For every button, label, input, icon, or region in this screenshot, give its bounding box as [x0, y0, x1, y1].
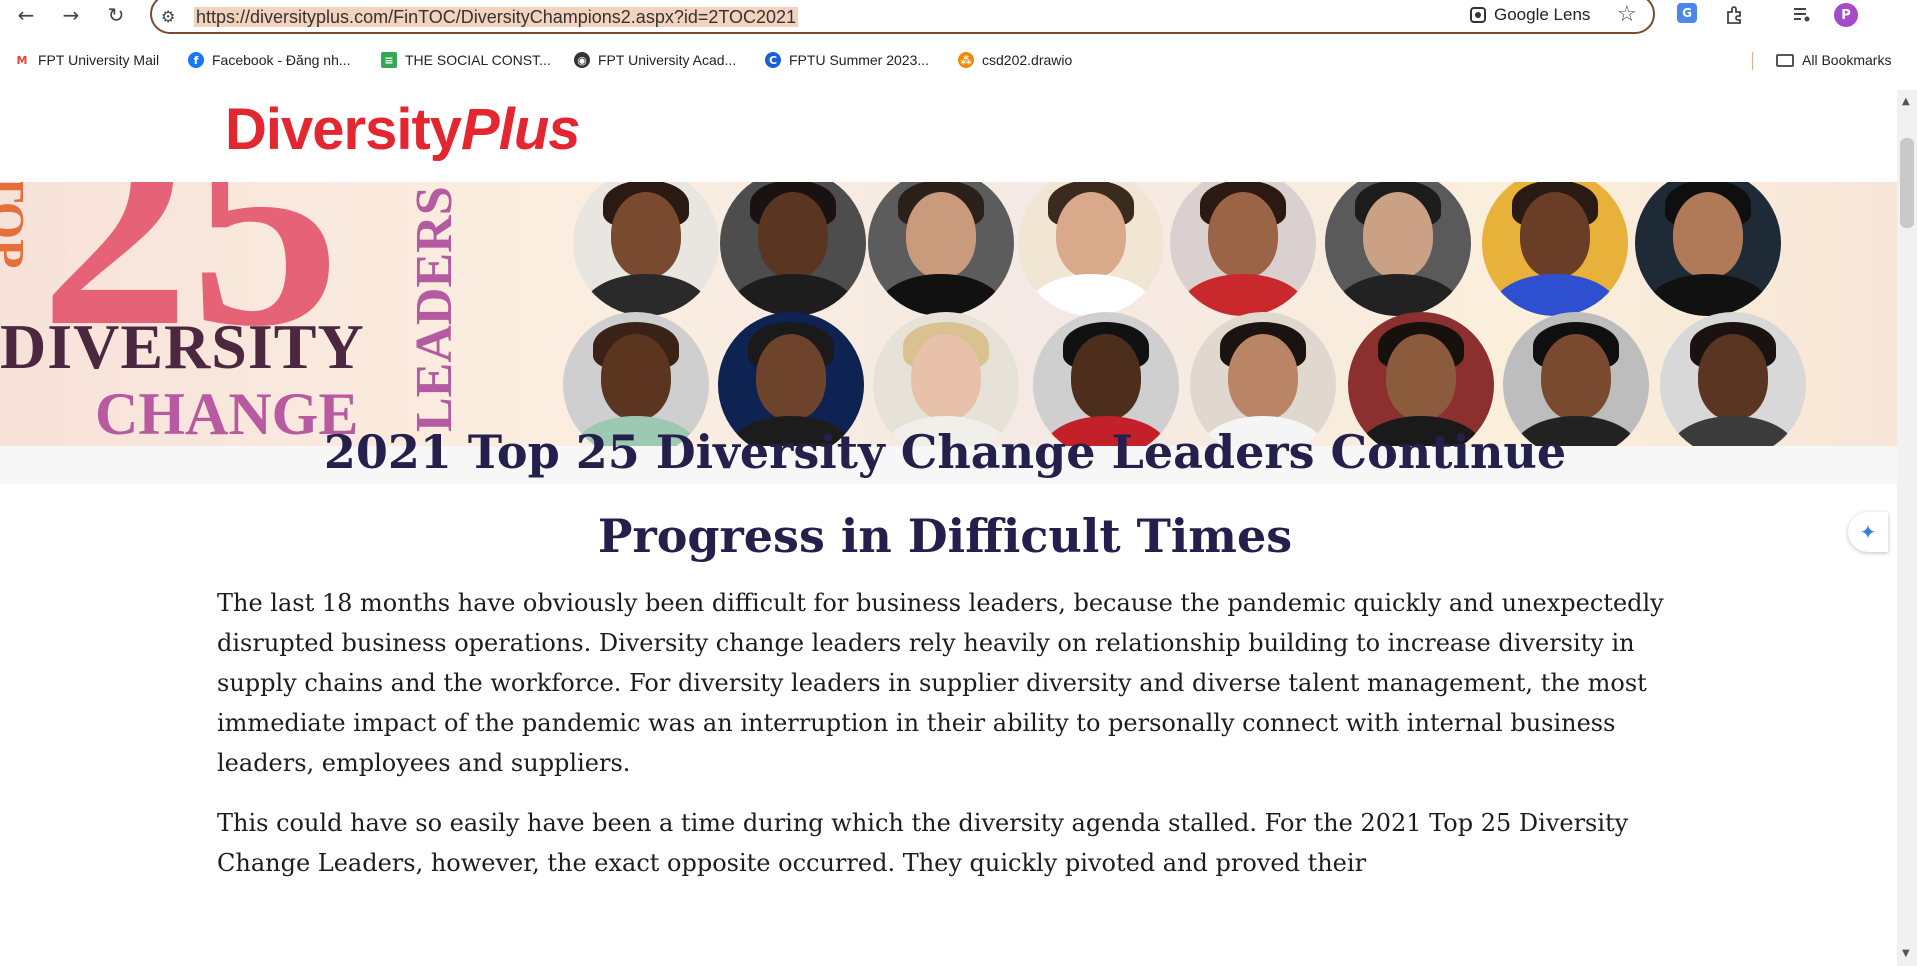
bookmark-label: Facebook - Đăng nh...	[212, 52, 351, 68]
article-paragraph: The last 18 months have obviously been d…	[217, 589, 1664, 777]
drawio-icon: ⁂	[958, 52, 974, 68]
top25-banner-image: TOP 25 DIVERSITY CHANGE LEADERS	[0, 182, 1897, 446]
banner-diversity-text: DIVERSITY	[0, 311, 365, 382]
lens-icon	[1470, 7, 1486, 23]
page-scrollbar[interactable]: ▲ ▼	[1897, 90, 1917, 966]
bookmark-label: FPT University Acad...	[598, 52, 737, 68]
bookmark-facebook[interactable]: f Facebook - Đăng nh...	[188, 52, 351, 68]
bookmark-fpt-mail[interactable]: M FPT University Mail	[14, 52, 159, 68]
scroll-up-arrow-icon[interactable]: ▲	[1902, 96, 1910, 107]
bookmark-label: FPT University Mail	[38, 52, 160, 68]
layers-icon: ≡	[381, 52, 397, 68]
site-settings-icon[interactable]: ⚙	[161, 7, 175, 26]
all-bookmarks-label: All Bookmarks	[1802, 52, 1892, 68]
url-text[interactable]: https://diversityplus.com/FinTOC/Diversi…	[194, 7, 799, 27]
leader-portrait	[1482, 182, 1628, 316]
banner-top-text: TOP	[0, 182, 34, 269]
reload-icon[interactable]: ↻	[104, 3, 128, 27]
reading-list-icon[interactable]	[1790, 3, 1814, 27]
bookmarks-bar: M FPT University Mail f Facebook - Đăng …	[0, 48, 1917, 76]
globe-icon: ◉	[574, 52, 590, 68]
forward-icon[interactable]: →	[59, 3, 83, 27]
facebook-icon: f	[188, 52, 204, 68]
sparkle-assistant-icon[interactable]: ✦	[1848, 512, 1888, 552]
scrollbar-thumb[interactable]	[1900, 138, 1914, 228]
diversityplus-logo[interactable]: DiversityPlus	[225, 95, 581, 165]
bookmark-fptu-summer[interactable]: C FPTU Summer 2023...	[765, 52, 929, 68]
bookmark-label: FPTU Summer 2023...	[789, 52, 930, 68]
article-paragraph: This could have so easily have been a ti…	[217, 809, 1629, 877]
back-icon[interactable]: ←	[14, 3, 38, 27]
browser-toolbar: ← → ↻ ⚙ https://diversityplus.com/FinTOC…	[0, 0, 1917, 34]
bookmark-star-icon[interactable]: ☆	[1617, 2, 1637, 27]
leader-portrait	[1660, 312, 1806, 446]
gmail-icon: M	[14, 52, 30, 68]
google-lens-button[interactable]: Google Lens	[1470, 5, 1590, 25]
leader-portrait	[1635, 182, 1781, 316]
leader-portrait	[1325, 182, 1471, 316]
logo-main-text: Diversity	[225, 97, 462, 162]
bookmark-social-const[interactable]: ≡ THE SOCIAL CONST...	[381, 52, 551, 68]
bookmark-label: THE SOCIAL CONST...	[405, 52, 551, 68]
bookmark-label: csd202.drawio	[982, 52, 1073, 68]
c-icon: C	[765, 52, 781, 68]
site-header: DiversityPlus	[0, 90, 1897, 183]
article-title: 2021 Top 25 Diversity Change Leaders Con…	[323, 425, 1567, 563]
logo-accent-text: Plus	[461, 97, 580, 162]
bookmark-fpt-academic[interactable]: ◉ FPT University Acad...	[574, 52, 736, 68]
folder-icon	[1776, 53, 1794, 67]
leader-portrait	[720, 182, 866, 316]
extensions-icon[interactable]	[1723, 3, 1747, 27]
leader-portrait	[868, 182, 1014, 316]
profile-avatar[interactable]: P	[1834, 3, 1858, 27]
banner-leaders-text: LEADERS	[406, 186, 463, 432]
bookmark-csd202[interactable]: ⁂ csd202.drawio	[958, 52, 1072, 68]
bookmarks-divider	[1752, 52, 1753, 70]
leader-portrait	[573, 182, 719, 316]
leader-portrait	[1018, 182, 1164, 316]
all-bookmarks-button[interactable]: All Bookmarks	[1776, 52, 1891, 68]
address-bar[interactable]: ⚙ https://diversityplus.com/FinTOC/Diver…	[150, 0, 1655, 34]
scroll-down-arrow-icon[interactable]: ▼	[1902, 948, 1910, 959]
google-lens-label: Google Lens	[1494, 5, 1591, 24]
leader-portrait	[1170, 182, 1316, 316]
google-translate-icon[interactable]: G	[1677, 3, 1697, 23]
